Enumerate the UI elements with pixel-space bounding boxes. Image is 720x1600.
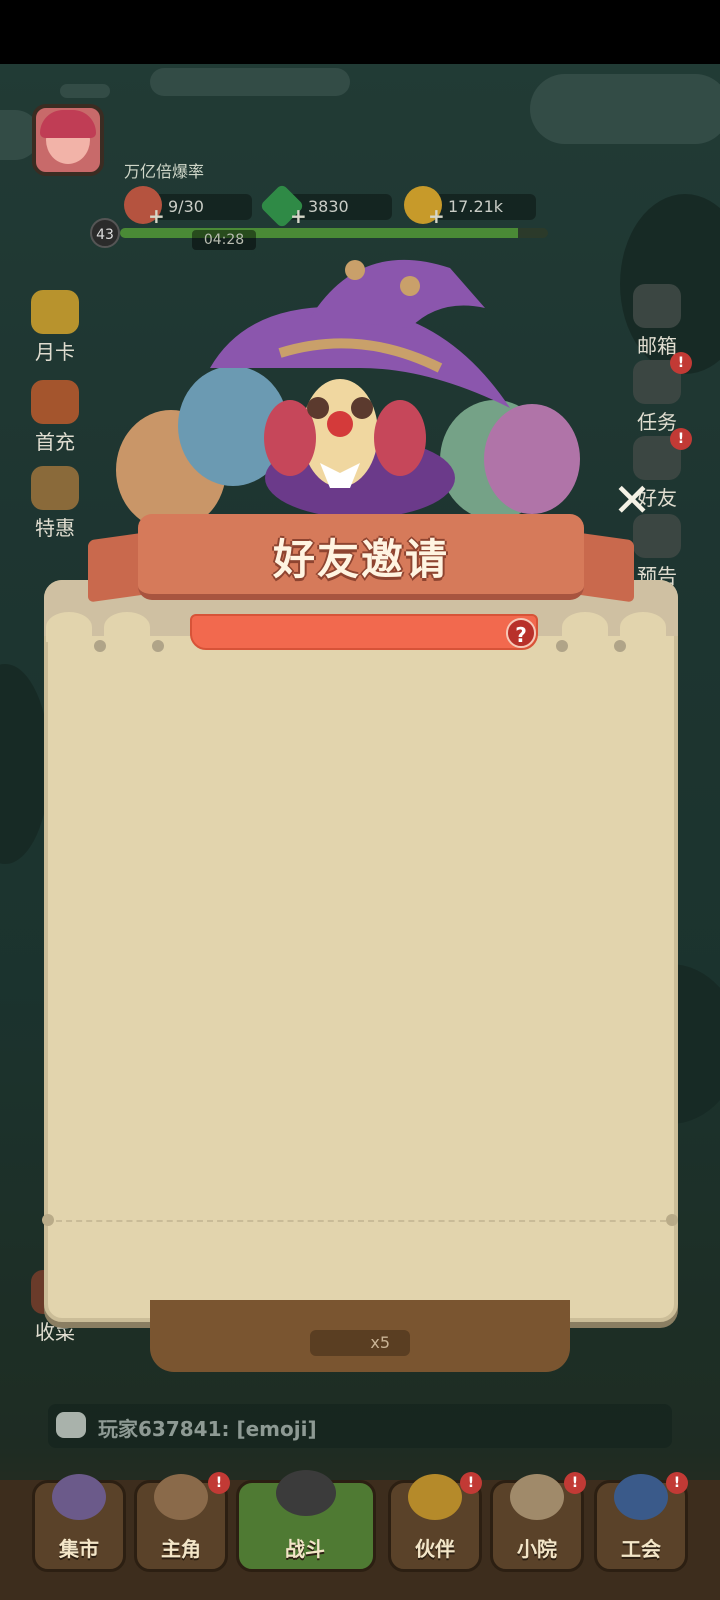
- gift-basket-icon: [31, 380, 79, 424]
- nav-label: 战斗: [285, 1537, 325, 1561]
- nav-label: 集市: [59, 1537, 99, 1561]
- side-item-monthly-card[interactable]: 月卡: [20, 290, 90, 365]
- friend-invite-panel: [44, 580, 678, 1322]
- gems-value: 3830: [308, 197, 349, 216]
- status-bar: [0, 0, 720, 64]
- player-level-badge: 43: [90, 218, 120, 248]
- offer-chest-icon: [31, 466, 79, 510]
- help-button[interactable]: ?: [506, 618, 536, 648]
- stamina-timer: 04:28: [192, 230, 256, 250]
- sunflower-icon: [408, 1474, 462, 1520]
- mail-icon: [633, 284, 681, 328]
- add-gems-button[interactable]: +: [290, 206, 307, 226]
- castle-icon: [510, 1474, 564, 1520]
- side-item-first-recharge[interactable]: 首充: [20, 380, 90, 455]
- modal-title: 好友邀请: [272, 535, 449, 584]
- reward-count: x5: [310, 1330, 410, 1356]
- courtyard-alert-badge: !: [564, 1472, 586, 1494]
- title-banner: 好友邀请: [88, 514, 634, 606]
- side-item-label: 特惠: [35, 516, 75, 540]
- side-item-label: 邮箱: [637, 334, 677, 358]
- guild-alert-badge: !: [666, 1472, 688, 1494]
- hero-alert-badge: !: [208, 1472, 230, 1494]
- chat-bubble-icon: [56, 1412, 86, 1438]
- close-button[interactable]: ✕: [610, 477, 654, 523]
- invite-info-strip: [190, 614, 538, 650]
- player-title: 万亿倍爆率: [124, 162, 205, 181]
- side-item-mailbox[interactable]: 邮箱: [622, 284, 692, 359]
- add-stamina-button[interactable]: +: [148, 206, 165, 226]
- wizard-cat-icon: [52, 1474, 106, 1520]
- nav-label: 伙伴: [415, 1537, 455, 1561]
- monthly-card-icon: [31, 290, 79, 334]
- side-item-label: 任务: [637, 410, 677, 434]
- pickaxe-shovel-icon: [276, 1470, 336, 1516]
- clown-witch-mascot: [210, 259, 510, 518]
- nav-label: 小院: [517, 1537, 557, 1561]
- add-coins-button[interactable]: +: [428, 206, 445, 226]
- player-avatar[interactable]: [32, 104, 104, 176]
- chat-message: 玩家637841: [emoji]: [98, 1417, 317, 1441]
- nav-label: 工会: [621, 1537, 661, 1561]
- shield-icon: [614, 1474, 668, 1520]
- hero-icon: [154, 1474, 208, 1520]
- xp-progress-bar: [120, 228, 548, 238]
- side-item-label: 收菜: [35, 1320, 75, 1344]
- side-item-label: 首充: [35, 430, 75, 454]
- tasks-alert-badge: !: [670, 352, 692, 374]
- side-item-label: 月卡: [35, 340, 75, 364]
- friends-alert-badge: !: [670, 428, 692, 450]
- panel-divider: [56, 1220, 666, 1222]
- side-item-special-offer[interactable]: 特惠: [20, 466, 90, 541]
- coins-value: 17.21k: [448, 197, 504, 216]
- nav-label: 主角: [161, 1537, 201, 1561]
- stamina-value: 9/30: [168, 197, 204, 216]
- partner-alert-badge: !: [460, 1472, 482, 1494]
